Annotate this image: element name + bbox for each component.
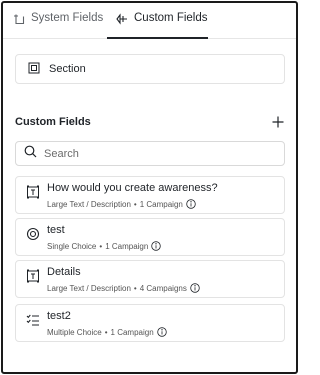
info-icon[interactable] bbox=[186, 199, 196, 209]
field-meta: Large Text / Description • 4 Campaigns bbox=[47, 283, 200, 293]
tab-system-fields-label: System Fields bbox=[31, 12, 104, 24]
tab-bar: System Fields Custom Fields bbox=[3, 3, 296, 39]
multiple-choice-icon bbox=[26, 313, 40, 327]
field-campaigns: 1 Campaign bbox=[139, 199, 183, 209]
tab-custom-fields-label: Custom Fields bbox=[134, 12, 208, 24]
field-type: Large Text / Description bbox=[47, 199, 131, 209]
custom-field-item[interactable]: Details Large Text / Description • 4 Cam… bbox=[15, 260, 285, 298]
custom-fields-icon bbox=[116, 13, 128, 25]
field-name: How would you create awareness? bbox=[47, 182, 218, 194]
panel-frame: System Fields Custom Fields Section Cust… bbox=[1, 1, 298, 374]
single-choice-icon bbox=[26, 227, 40, 241]
meta-separator: • bbox=[99, 241, 103, 251]
system-fields-icon bbox=[13, 13, 25, 25]
field-campaigns: 1 Campaign bbox=[105, 241, 149, 251]
meta-separator: • bbox=[104, 327, 108, 337]
field-campaigns: 1 Campaign bbox=[110, 327, 154, 337]
field-meta: Large Text / Description • 1 Campaign bbox=[47, 199, 196, 209]
field-type: Multiple Choice bbox=[47, 327, 102, 337]
search-icon bbox=[24, 145, 37, 163]
field-type: Large Text / Description bbox=[47, 283, 131, 293]
custom-field-item[interactable]: test Single Choice • 1 Campaign bbox=[15, 218, 285, 256]
info-icon[interactable] bbox=[151, 241, 162, 251]
section-icon bbox=[28, 62, 40, 77]
meta-separator: • bbox=[133, 283, 137, 293]
search-input[interactable] bbox=[44, 147, 264, 160]
add-custom-field-button[interactable] bbox=[271, 115, 285, 129]
field-name: test bbox=[47, 224, 65, 236]
custom-field-item[interactable]: test2 Multiple Choice • 1 Campaign bbox=[15, 304, 285, 342]
field-name: test2 bbox=[47, 310, 71, 322]
field-meta: Single Choice • 1 Campaign bbox=[47, 241, 162, 251]
field-meta: Multiple Choice • 1 Campaign bbox=[47, 327, 167, 337]
tab-system-fields[interactable]: System Fields bbox=[13, 12, 105, 39]
custom-field-item[interactable]: How would you create awareness? Large Te… bbox=[15, 176, 285, 214]
field-name: Details bbox=[47, 266, 81, 278]
meta-separator: • bbox=[133, 199, 137, 209]
plus-icon bbox=[272, 116, 284, 128]
large-text-icon bbox=[26, 185, 40, 199]
section-block[interactable]: Section bbox=[15, 54, 285, 84]
search-box bbox=[15, 141, 285, 166]
info-icon[interactable] bbox=[156, 327, 167, 337]
field-campaigns: 4 Campaigns bbox=[139, 283, 187, 293]
field-type: Single Choice bbox=[47, 241, 97, 251]
custom-fields-heading: Custom Fields bbox=[15, 116, 91, 128]
large-text-icon bbox=[26, 269, 40, 283]
section-label: Section bbox=[49, 63, 86, 75]
tab-custom-fields[interactable]: Custom Fields bbox=[107, 12, 208, 39]
info-icon[interactable] bbox=[190, 283, 200, 293]
